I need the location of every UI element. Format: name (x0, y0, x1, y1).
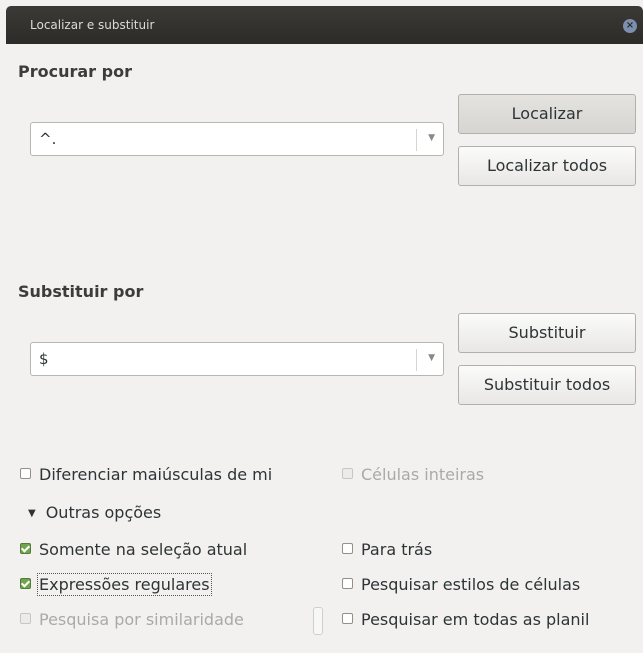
checkbox-icon (342, 468, 353, 479)
checkbox-icon[interactable] (20, 468, 31, 479)
search-input[interactable]: ^. (39, 130, 56, 148)
whole-cells-label: Células inteiras (361, 465, 485, 484)
replace-label: Substituir por (18, 282, 144, 301)
regex-label: Expressões regulares (37, 573, 212, 596)
backwards-label: Para trás (361, 540, 433, 559)
cell-styles-label: Pesquisar estilos de células (361, 575, 581, 594)
replace-input[interactable]: $ (39, 350, 49, 368)
search-combobox[interactable]: ^. ▼ (30, 122, 444, 156)
other-options-expander[interactable]: ▼ Outras opções (28, 503, 161, 522)
search-label: Procurar por (18, 62, 132, 81)
triangle-down-icon[interactable]: ▼ (28, 508, 36, 519)
similarity-checkbox: Pesquisa por similaridade (20, 610, 244, 629)
window-titlebar: Localizar e substituir × (6, 6, 643, 44)
close-icon[interactable]: × (623, 19, 637, 33)
match-case-checkbox[interactable]: Diferenciar maiúsculas de mi (20, 465, 272, 484)
chevron-down-icon[interactable]: ▼ (428, 133, 435, 143)
whole-cells-checkbox: Células inteiras (342, 465, 484, 484)
combo-separator (416, 129, 417, 151)
cell-styles-checkbox[interactable]: Pesquisar estilos de células (342, 575, 580, 594)
checkbox-icon[interactable] (342, 543, 353, 554)
match-case-label: Diferenciar maiúsculas de mi (39, 465, 273, 484)
all-sheets-checkbox[interactable]: Pesquisar em todas as planil (342, 610, 589, 629)
all-sheets-label: Pesquisar em todas as planil (361, 610, 590, 629)
regex-checkbox[interactable]: Expressões regulares (20, 573, 212, 596)
window-title: Localizar e substituir (30, 18, 155, 32)
checkbox-checked-icon[interactable] (20, 543, 31, 554)
find-all-button[interactable]: Localizar todos (458, 146, 636, 186)
checkbox-icon (20, 613, 31, 624)
current-selection-label: Somente na seleção atual (39, 540, 248, 559)
replace-button[interactable]: Substituir (458, 313, 636, 353)
chevron-down-icon[interactable]: ▼ (428, 353, 435, 363)
checkbox-icon[interactable] (342, 578, 353, 589)
combo-separator (416, 349, 417, 371)
similarity-options-button[interactable] (313, 607, 323, 635)
replace-all-button[interactable]: Substituir todos (458, 365, 636, 405)
checkbox-icon[interactable] (342, 613, 353, 624)
checkbox-checked-icon[interactable] (20, 578, 31, 589)
find-button[interactable]: Localizar (458, 94, 636, 134)
replace-combobox[interactable]: $ ▼ (30, 342, 444, 376)
current-selection-checkbox[interactable]: Somente na seleção atual (20, 540, 247, 559)
other-options-label: Outras opções (45, 503, 162, 522)
backwards-checkbox[interactable]: Para trás (342, 540, 432, 559)
similarity-label: Pesquisa por similaridade (39, 610, 244, 629)
